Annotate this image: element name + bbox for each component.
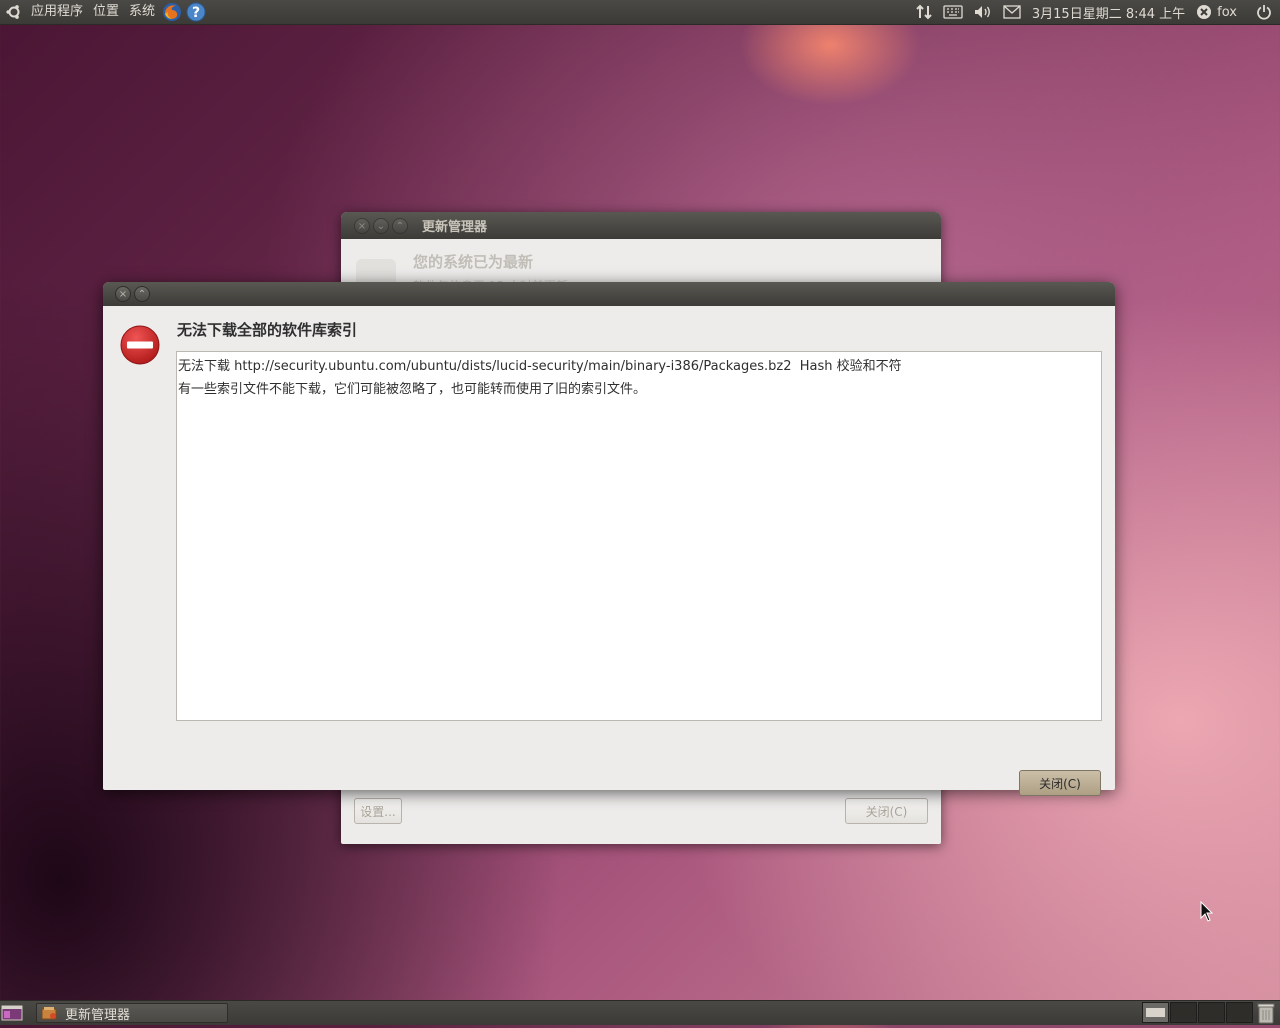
top-panel-right: 3月15日星期二 8:44 上午 fox: [910, 0, 1280, 24]
close-button[interactable]: 关闭(C): [1019, 770, 1101, 796]
dialog-window-controls: × ⌃: [112, 286, 150, 302]
update-manager-icon: [41, 1007, 57, 1020]
bottom-panel: 更新管理器: [0, 1000, 1280, 1025]
bg-close-button[interactable]: 关闭(C): [845, 798, 928, 824]
help-icon[interactable]: ?: [186, 2, 206, 22]
menu-places[interactable]: 位置: [88, 0, 124, 24]
taskbar-item-update-manager[interactable]: 更新管理器: [36, 1003, 228, 1023]
error-title: 无法下载全部的软件库索引: [177, 321, 358, 339]
top-panel-left: 应用程序 位置 系统 ?: [0, 0, 208, 24]
trash-icon[interactable]: [1256, 1002, 1276, 1024]
keyboard-icon[interactable]: [943, 5, 963, 19]
show-desktop-icon[interactable]: [1, 1004, 23, 1022]
error-dialog: × ⌃ 无法下载全部的软件库索引 无法下载 http://security.ub…: [103, 282, 1115, 796]
workspace-2[interactable]: [1170, 1002, 1197, 1023]
menu-applications[interactable]: 应用程序: [26, 0, 88, 24]
workspace-3[interactable]: [1198, 1002, 1225, 1023]
maximize-icon[interactable]: ⌃: [392, 217, 408, 234]
error-icon: [120, 325, 160, 365]
minimize-icon[interactable]: ⌄: [373, 217, 389, 234]
workspace-4[interactable]: [1226, 1002, 1253, 1023]
settings-button[interactable]: 设置...: [354, 798, 402, 824]
top-panel: 应用程序 位置 系统 ? 3月15日星期二 8:44 上午 fox: [0, 0, 1280, 25]
user-status-icon[interactable]: [1196, 4, 1212, 20]
mail-icon[interactable]: [1003, 5, 1021, 19]
maximize-icon[interactable]: ⌃: [134, 286, 150, 302]
update-manager-titlebar[interactable]: × ⌄ ⌃ 更新管理器: [341, 212, 941, 239]
user-name[interactable]: fox: [1217, 5, 1237, 20]
workspace-1[interactable]: [1142, 1002, 1169, 1023]
window-controls: × ⌄ ⌃: [351, 217, 408, 234]
error-details-textview[interactable]: 无法下载 http://security.ubuntu.com/ubuntu/d…: [176, 351, 1102, 721]
svg-text:?: ?: [192, 5, 200, 21]
close-icon[interactable]: ×: [115, 286, 131, 302]
volume-icon[interactable]: [973, 4, 993, 20]
taskbar-item-label: 更新管理器: [65, 1007, 131, 1023]
power-icon[interactable]: [1256, 4, 1272, 20]
workspace-window-thumb: [1146, 1008, 1165, 1017]
details-line: 有一些索引文件不能下载，它们可能被忽略了，也可能转而使用了旧的索引文件。: [178, 382, 647, 397]
dialog-body: 无法下载全部的软件库索引 无法下载 http://security.ubuntu…: [103, 306, 1115, 796]
ubuntu-logo-icon[interactable]: [6, 4, 22, 20]
dialog-titlebar[interactable]: × ⌃: [103, 282, 1115, 306]
mouse-cursor-icon: [1200, 900, 1214, 927]
status-heading: 您的系统已为最新: [413, 253, 534, 271]
menu-system[interactable]: 系统: [124, 0, 160, 24]
network-icon[interactable]: [915, 4, 933, 20]
close-icon[interactable]: ×: [354, 217, 370, 234]
window-title: 更新管理器: [422, 220, 488, 235]
clock[interactable]: 3月15日星期二 8:44 上午: [1032, 3, 1185, 22]
details-line: 无法下载 http://security.ubuntu.com/ubuntu/d…: [178, 359, 902, 374]
firefox-icon[interactable]: [162, 2, 182, 22]
